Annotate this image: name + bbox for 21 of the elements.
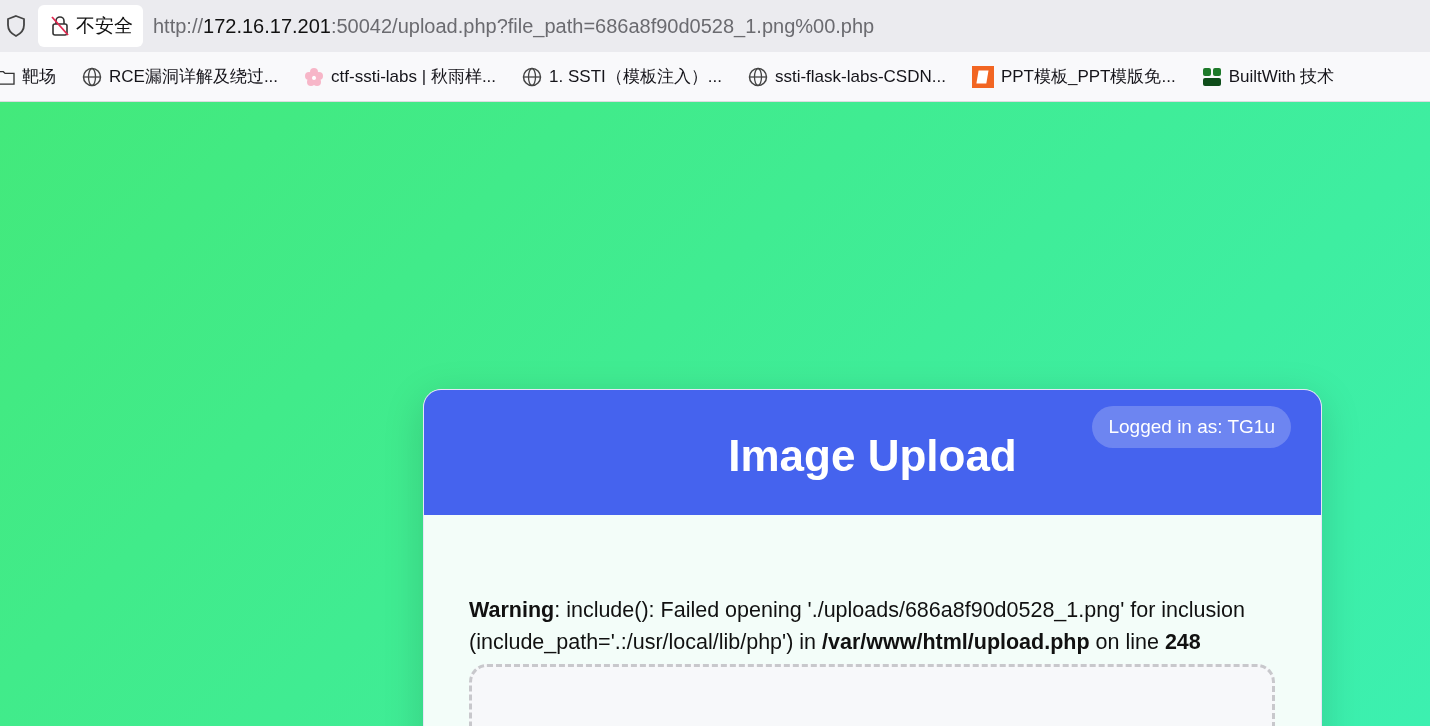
flower-icon xyxy=(304,66,325,87)
address-bar[interactable]: http://172.16.17.201:50042/upload.php?file_path=686a8f90d0528_1.png%00.php xyxy=(153,14,875,38)
globe-icon xyxy=(82,66,102,87)
bookmark-item[interactable]: BuiltWith 技术 xyxy=(1201,65,1335,88)
bookmark-item[interactable]: ctf-ssti-labs | 秋雨样... xyxy=(304,65,497,88)
security-indicator[interactable]: 不安全 xyxy=(38,5,143,47)
folder-icon xyxy=(0,68,15,85)
bookmark-item[interactable]: PPT模板_PPT模版免... xyxy=(971,65,1176,88)
bookmark-item[interactable]: ssti-flask-labs-CSDN... xyxy=(747,66,946,87)
card-title: Image Upload xyxy=(728,429,1017,481)
bookmark-item[interactable]: RCE漏洞详解及绕过... xyxy=(82,65,279,88)
globe-icon xyxy=(747,66,768,87)
globe-icon xyxy=(522,66,543,87)
builtwith-icon xyxy=(1201,66,1222,87)
user-badge: Logged in as: TG1u xyxy=(1092,406,1291,448)
bookmark-item[interactable]: 靶场 xyxy=(0,65,56,88)
bookmark-item[interactable]: 1. SSTI（模板注入）... xyxy=(522,65,722,88)
warning-message: Warning: include(): Failed opening './uploads/686a8f90d0528_1.png' for inclusion (include_path='.:/usr/local/lib/php') in /var/www/html/upload.php on line 248 xyxy=(469,597,1246,656)
slides-icon xyxy=(971,65,994,88)
shield-icon[interactable] xyxy=(6,15,26,37)
lock-crossed-icon xyxy=(50,15,70,37)
